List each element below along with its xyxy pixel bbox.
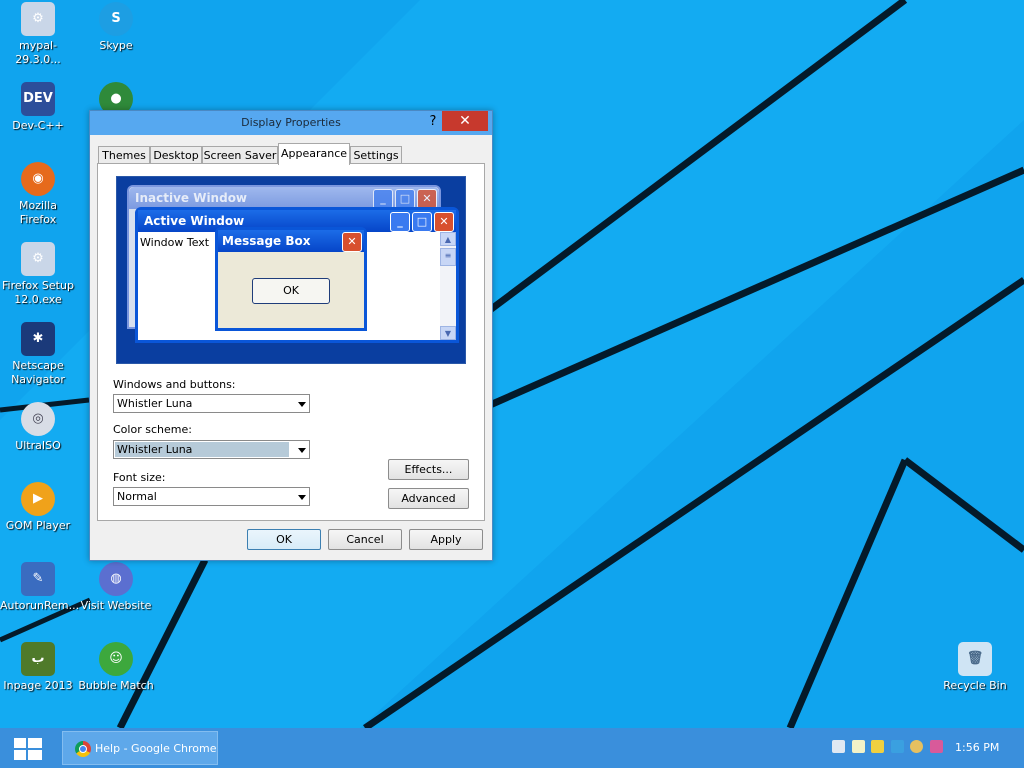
bubble-match-icon: ☺ bbox=[99, 642, 133, 676]
installer-icon: ⚙ bbox=[21, 2, 55, 36]
chevron-down-icon bbox=[298, 495, 306, 500]
shield-icon[interactable] bbox=[890, 740, 904, 753]
desktop-icon-ultraiso[interactable]: ◎ UltraISO bbox=[0, 402, 76, 453]
devcpp-icon: DEV bbox=[21, 82, 55, 116]
windows-buttons-select[interactable]: Whistler Luna bbox=[113, 394, 310, 413]
minimize-icon: _ bbox=[373, 189, 393, 209]
speaker-icon[interactable] bbox=[929, 740, 943, 753]
preview-message-box: Message Box ✕ OK bbox=[215, 227, 367, 331]
desktop-icon-skype[interactable]: S Skype bbox=[78, 2, 154, 53]
desktop-icon-recycle-bin[interactable]: 🗑 Recycle Bin bbox=[937, 642, 1013, 693]
maximize-icon: □ bbox=[395, 189, 415, 209]
inactive-window-titlebar: Inactive Window _ □ ✕ bbox=[129, 187, 439, 209]
preview-scrollbar: ▲ ≡ ▼ bbox=[440, 232, 456, 340]
globe-icon: ◍ bbox=[99, 562, 133, 596]
color-scheme-select[interactable]: Whistler Luna bbox=[113, 440, 310, 459]
window-text: Window Text bbox=[140, 236, 210, 249]
taskbar-clock[interactable]: 1:56 PM bbox=[955, 741, 999, 754]
inactive-window-title: Inactive Window bbox=[135, 191, 248, 205]
scroll-thumb: ≡ bbox=[440, 248, 456, 266]
appearance-panel: Inactive Window _ □ ✕ Active Window _ □ … bbox=[97, 163, 485, 521]
desktop-icon-firefox[interactable]: ◉ Mozilla Firefox bbox=[0, 162, 76, 227]
ok-button[interactable]: OK bbox=[247, 529, 321, 550]
color-scheme-label: Color scheme: bbox=[113, 423, 192, 436]
font-size-label: Font size: bbox=[113, 471, 166, 484]
message-box-ok: OK bbox=[252, 278, 330, 304]
desktop-icon-firefox-setup[interactable]: ⚙ Firefox Setup 12.0.exe bbox=[0, 242, 76, 307]
help-button[interactable]: ? bbox=[423, 113, 443, 131]
taskbar-chrome-button[interactable]: Help - Google Chrome bbox=[62, 731, 218, 765]
maximize-icon: □ bbox=[412, 212, 432, 232]
scroll-down-icon: ▼ bbox=[440, 326, 456, 340]
close-icon: ✕ bbox=[434, 212, 454, 232]
advanced-button[interactable]: Advanced bbox=[388, 488, 469, 509]
display-properties-dialog: Display Properties ? ✕ Themes Desktop Sc… bbox=[89, 110, 493, 561]
message-box-title: Message Box bbox=[222, 234, 311, 248]
network-icon[interactable] bbox=[832, 740, 845, 753]
recycle-bin-icon: 🗑 bbox=[958, 642, 992, 676]
inpage-icon: ب bbox=[21, 642, 55, 676]
tab-appearance[interactable]: Appearance bbox=[278, 143, 350, 165]
desktop-icon-autorun[interactable]: ✎ AutorunRem... bbox=[0, 562, 79, 613]
system-tray bbox=[832, 740, 946, 756]
netscape-icon: ✱ bbox=[21, 322, 55, 356]
minimize-icon: _ bbox=[390, 212, 410, 232]
dialog-titlebar[interactable]: Display Properties ? ✕ bbox=[90, 111, 492, 135]
close-icon: ✕ bbox=[417, 189, 437, 209]
chevron-down-icon bbox=[298, 448, 306, 453]
tab-settings[interactable]: Settings bbox=[350, 146, 402, 164]
desktop-icon-mypal[interactable]: ⚙ mypal-29.3.0... bbox=[0, 2, 76, 67]
gom-player-icon: ▶ bbox=[21, 482, 55, 516]
effects-button[interactable]: Effects... bbox=[388, 459, 469, 480]
windows-start-icon[interactable] bbox=[12, 736, 44, 762]
chrome-icon bbox=[75, 741, 91, 757]
scroll-up-icon: ▲ bbox=[440, 232, 456, 246]
tab-screen-saver[interactable]: Screen Saver bbox=[202, 146, 278, 164]
tab-themes[interactable]: Themes bbox=[98, 146, 150, 164]
chevron-down-icon bbox=[298, 402, 306, 407]
autorun-icon: ✎ bbox=[21, 562, 55, 596]
shield-icon[interactable] bbox=[871, 740, 884, 753]
skype-icon: S bbox=[99, 2, 133, 36]
appearance-preview: Inactive Window _ □ ✕ Active Window _ □ … bbox=[116, 176, 466, 364]
desktop-icon-devcpp[interactable]: DEV Dev-C++ bbox=[0, 82, 76, 133]
desktop-icon-visit-website[interactable]: ◍ Visit Website bbox=[78, 562, 154, 613]
gear-icon[interactable] bbox=[910, 740, 923, 753]
mouse-cursor bbox=[196, 427, 203, 438]
windows-buttons-label: Windows and buttons: bbox=[113, 378, 236, 391]
disc-icon: ◎ bbox=[21, 402, 55, 436]
installer-icon: ⚙ bbox=[21, 242, 55, 276]
notes-icon[interactable] bbox=[851, 740, 865, 753]
cancel-button[interactable]: Cancel bbox=[328, 529, 402, 550]
desktop-icon-inpage[interactable]: ب Inpage 2013 bbox=[0, 642, 76, 693]
apply-button[interactable]: Apply bbox=[409, 529, 483, 550]
close-icon: ✕ bbox=[342, 232, 362, 252]
font-size-select[interactable]: Normal bbox=[113, 487, 310, 506]
close-button[interactable]: ✕ bbox=[442, 111, 488, 131]
firefox-icon: ◉ bbox=[21, 162, 55, 196]
active-window-title: Active Window bbox=[144, 214, 245, 228]
desktop-icon-netscape[interactable]: ✱ Netscape Navigator bbox=[0, 322, 76, 387]
desktop-icon-bubble-match[interactable]: ☺ Bubble Match bbox=[78, 642, 154, 693]
message-box-titlebar: Message Box ✕ bbox=[218, 230, 364, 252]
tab-desktop[interactable]: Desktop bbox=[150, 146, 202, 164]
desktop-icon-gom[interactable]: ▶ GOM Player bbox=[0, 482, 76, 533]
taskbar: Help - Google Chrome 1:56 PM bbox=[0, 728, 1024, 768]
